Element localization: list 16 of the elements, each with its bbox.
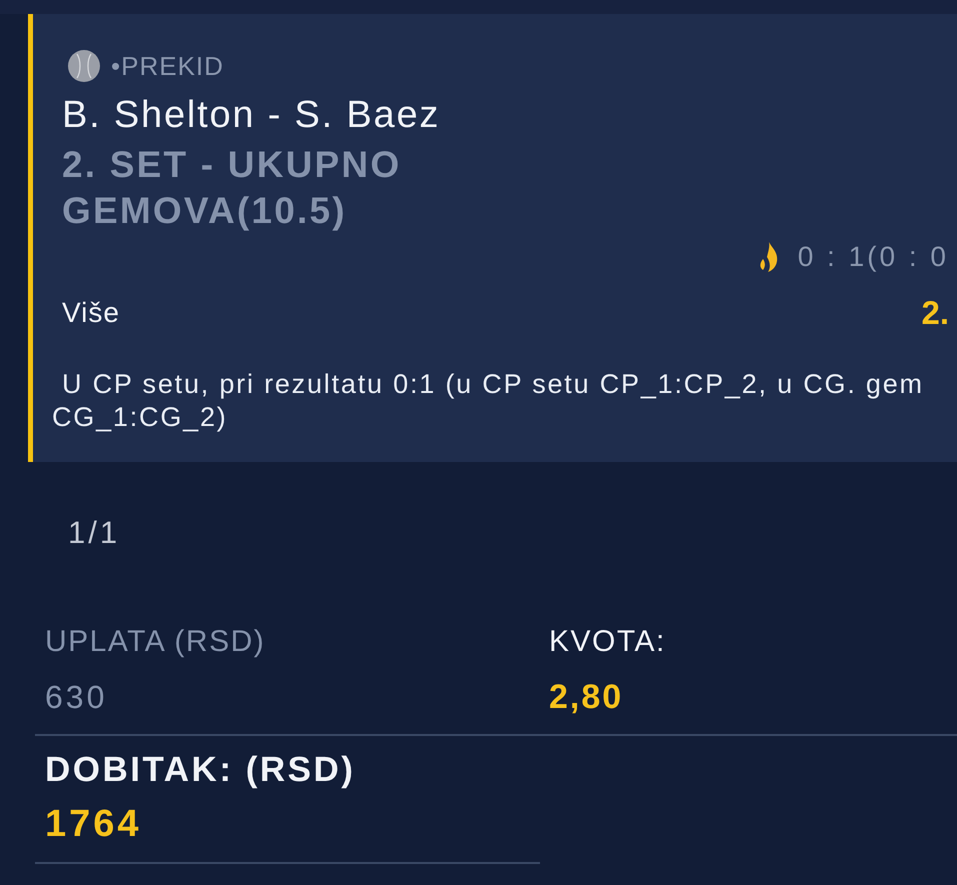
payout-label: DOBITAK: (RSD) — [45, 750, 356, 790]
payout-value: 1764 — [45, 804, 142, 844]
selection-label: Više — [62, 296, 120, 330]
odds-label: KVOTA: — [549, 624, 666, 660]
match-title: B. Shelton - S. Baez — [62, 93, 442, 137]
tennis-ball-icon — [68, 50, 100, 82]
stake-label: UPLATA (RSD) — [45, 624, 266, 660]
flame-icon — [758, 242, 778, 272]
total-odds-value: 2,80 — [549, 678, 624, 716]
live-score: 0 : 1(0 : 0 — [798, 240, 949, 274]
page-counter: 1/1 — [68, 514, 122, 552]
stake-value: 630 — [45, 678, 108, 716]
selection-odds: 2. — [921, 294, 949, 332]
market-title: 2. SET - UKUPNO GEMOVA(10.5) — [62, 143, 402, 233]
bet-description: U CP setu, pri rezultatu 0:1 (u CP setu CP_1:CP_2, u CG. gem CG_1:CG_2) — [52, 368, 925, 434]
match-status: •PREKID — [111, 50, 224, 82]
